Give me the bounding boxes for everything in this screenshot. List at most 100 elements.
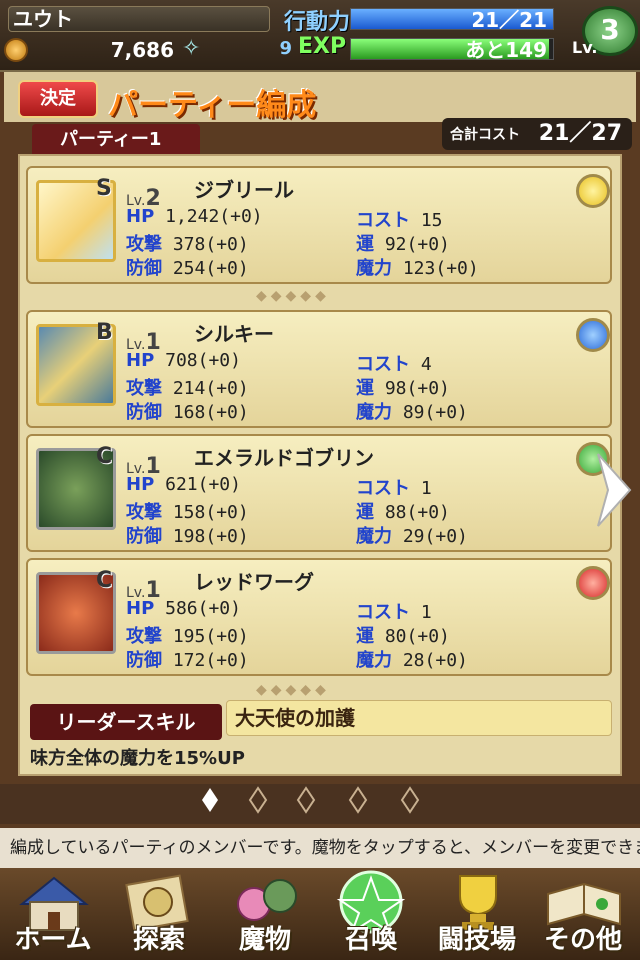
hp-stat: HP 708(+0) <box>126 350 241 371</box>
cost-value: 1 <box>420 478 432 499</box>
bottom-nav: ホーム 探索 魔物 召喚 闘技場 その他 <box>0 868 640 960</box>
atk-value: 378(+0) <box>172 234 249 255</box>
def-label: 防御 <box>126 402 162 423</box>
total-cost-value: 21／27 <box>538 121 622 146</box>
luck-stat: 運 88(+0) <box>356 498 450 524</box>
magic-stat: 魔力 89(+0) <box>356 398 468 424</box>
cost-label: コスト <box>356 478 410 499</box>
magic-value: 89(+0) <box>402 402 468 423</box>
magic-label: 魔力 <box>356 526 392 547</box>
nav-label: 闘技場 <box>437 925 516 955</box>
nav-arena[interactable]: 闘技場 <box>424 868 530 960</box>
monster-card[interactable]: C Lv.1 レッドワーグ HP 586(+0) 攻撃 195(+0) 防御 1… <box>26 558 612 676</box>
magic-stat: 魔力 29(+0) <box>356 522 468 548</box>
luck-label: 運 <box>356 626 374 647</box>
page-dot-active <box>202 788 218 812</box>
def-value: 168(+0) <box>172 402 249 423</box>
player-name: ユウト <box>8 6 270 32</box>
cost-stat: コスト 1 <box>356 474 432 500</box>
next-page-arrow-icon[interactable] <box>594 450 634 530</box>
card-divider: ◆◆◆◆◆ <box>256 682 330 698</box>
tab-party-1[interactable]: パーティー1 <box>32 124 200 156</box>
def-stat: 防御 168(+0) <box>126 398 249 424</box>
magic-stat: 魔力 123(+0) <box>356 254 479 280</box>
stamina-label: 行動力 <box>284 10 351 35</box>
magic-value: 123(+0) <box>402 258 479 279</box>
luck-label: 運 <box>356 234 374 255</box>
monster-card[interactable]: B Lv.1 シルキー HP 708(+0) 攻撃 214(+0) 防御 168… <box>26 310 612 428</box>
atk-label: 攻撃 <box>126 378 162 399</box>
magic-label: 魔力 <box>356 258 392 279</box>
nav-summon[interactable]: 召喚 <box>318 868 424 960</box>
decide-button[interactable]: 決定 <box>18 80 98 118</box>
atk-stat: 攻撃 378(+0) <box>126 230 249 256</box>
hp-value: 586(+0) <box>165 598 241 619</box>
nav-home[interactable]: ホーム <box>0 868 106 960</box>
cost-stat: コスト 1 <box>356 598 432 624</box>
leader-skill-description: 味方全体の魔力を15%UP <box>30 748 245 769</box>
def-label: 防御 <box>126 650 162 671</box>
page-title: パーティー編成 <box>108 88 317 123</box>
page-dot <box>348 786 368 814</box>
page-dot <box>248 786 268 814</box>
monster-card[interactable]: C Lv.1 エメラルドゴブリン HP 621(+0) 攻撃 158(+0) 防… <box>26 434 612 552</box>
luck-value: 80(+0) <box>384 626 450 647</box>
hp-value: 1,242(+0) <box>165 206 263 227</box>
atk-label: 攻撃 <box>126 502 162 523</box>
magic-label: 魔力 <box>356 650 392 671</box>
hp-stat: HP 1,242(+0) <box>126 206 263 227</box>
hp-label: HP <box>126 350 155 371</box>
cost-label: コスト <box>356 602 410 623</box>
def-stat: 防御 172(+0) <box>126 646 249 672</box>
gold-amount: 7,686 <box>110 38 174 62</box>
luck-value: 92(+0) <box>384 234 450 255</box>
exp-label: EXP <box>298 34 347 59</box>
hp-value: 708(+0) <box>165 350 241 371</box>
luck-stat: 運 98(+0) <box>356 374 450 400</box>
luck-stat: 運 92(+0) <box>356 230 450 256</box>
monster-name: エメラルドゴブリン <box>194 446 374 470</box>
light-element-icon <box>576 174 610 208</box>
monster-card[interactable]: S Lv.2 ジブリール HP 1,242(+0) 攻撃 378(+0) 防御 … <box>26 166 612 284</box>
nav-label: 探索 <box>132 925 185 955</box>
def-label: 防御 <box>126 258 162 279</box>
def-value: 254(+0) <box>172 258 249 279</box>
cost-stat: コスト 4 <box>356 350 432 376</box>
hp-label: HP <box>126 206 155 227</box>
atk-value: 195(+0) <box>172 626 249 647</box>
header-background <box>4 72 636 122</box>
rank-badge: C <box>96 568 113 593</box>
nav-monsters[interactable]: 魔物 <box>212 868 318 960</box>
total-cost-box: 合計コスト 21／27 <box>442 118 632 150</box>
hp-value: 621(+0) <box>165 474 241 495</box>
magic-label: 魔力 <box>356 402 392 423</box>
rank-badge: C <box>96 444 113 469</box>
atk-stat: 攻撃 214(+0) <box>126 374 249 400</box>
magic-stat: 魔力 28(+0) <box>356 646 468 672</box>
atk-label: 攻撃 <box>126 234 162 255</box>
nav-other[interactable]: その他 <box>530 868 636 960</box>
leader-skill-name: 大天使の加護 <box>226 700 612 736</box>
hp-label: HP <box>126 474 155 495</box>
gold-display: 7,686 ✧ <box>4 36 264 64</box>
nav-explore[interactable]: 探索 <box>106 868 212 960</box>
sparkle-icon: ✧ <box>182 36 201 61</box>
hp-label: HP <box>126 598 155 619</box>
exp-remaining: あと149 <box>465 38 547 62</box>
exp-bar: あと149 <box>350 38 554 62</box>
nav-label: ホーム <box>14 925 92 955</box>
fire-element-icon <box>576 566 610 600</box>
nav-label: その他 <box>543 925 622 955</box>
def-label: 防御 <box>126 526 162 547</box>
cost-value: 1 <box>420 602 432 623</box>
hint-ticker: 編成しているパーティのメンバーです。魔物をタップすると、メンバーを変更できます <box>0 828 640 868</box>
card-divider: ◆◆◆◆◆ <box>256 288 330 304</box>
luck-stat: 運 80(+0) <box>356 622 450 648</box>
leader-skill-label: リーダースキル <box>30 704 222 740</box>
nav-label: 魔物 <box>238 925 291 955</box>
page-dot <box>296 786 316 814</box>
cost-value: 15 <box>420 210 443 231</box>
page-indicator <box>0 784 640 824</box>
luck-value: 98(+0) <box>384 378 450 399</box>
cost-label: コスト <box>356 210 410 231</box>
